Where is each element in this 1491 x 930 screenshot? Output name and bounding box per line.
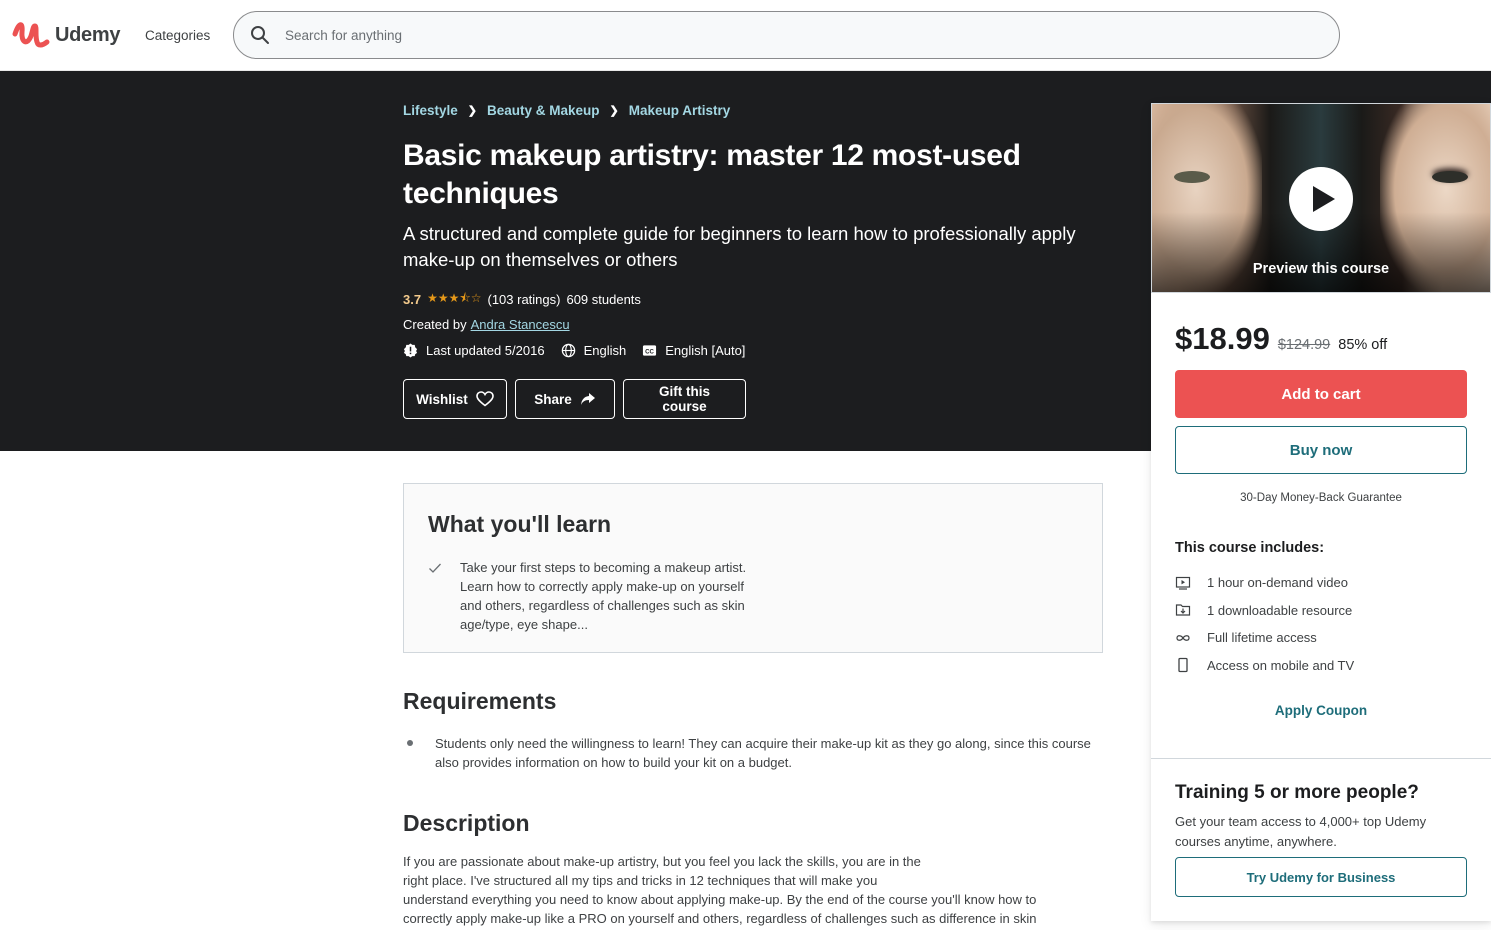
rating-value: 3.7 — [403, 292, 422, 307]
price-row: $18.99 $124.99 85% off — [1175, 321, 1387, 357]
learn-item: Take your first steps to becoming a make… — [428, 558, 760, 634]
includes-item: Access on mobile and TV — [1175, 652, 1354, 680]
includes-text: Full lifetime access — [1207, 630, 1317, 646]
bullet-icon — [407, 740, 413, 746]
includes-text: 1 hour on-demand video — [1207, 575, 1348, 591]
gift-course-button[interactable]: Gift this course — [623, 379, 746, 419]
search-icon[interactable] — [250, 25, 270, 45]
course-title: Basic makeup artistry: master 12 most-us… — [403, 139, 1021, 210]
ratings-count[interactable]: (103 ratings) — [487, 292, 560, 307]
globe-icon — [561, 343, 575, 358]
try-business-button[interactable]: Try Udemy for Business — [1175, 857, 1467, 897]
what-youll-learn-box: What you'll learn Take your first steps … — [403, 483, 1103, 653]
buy-now-button[interactable]: Buy now — [1175, 426, 1467, 474]
learn-item-text: Take your first steps to becoming a make… — [460, 560, 747, 632]
author-link[interactable]: Andra Stancescu — [471, 317, 570, 332]
course-meta: Last updated 5/2016 English CC English [… — [403, 343, 745, 358]
description-title: Description — [403, 810, 530, 836]
includes-item: 1 downloadable resource — [1175, 597, 1354, 625]
closed-captions-icon: CC — [643, 345, 657, 356]
last-updated-text: Last updated 5/2016 — [426, 343, 545, 358]
created-by-row: Created by Andra Stancescu — [403, 317, 570, 332]
play-icon — [1313, 186, 1335, 212]
captions: CC English [Auto] — [642, 343, 745, 358]
includes-item: 1 hour on-demand video — [1175, 569, 1354, 597]
sidebar-divider — [1151, 758, 1491, 759]
check-icon — [429, 563, 441, 573]
breadcrumb-beauty-makeup[interactable]: Beauty & Makeup — [487, 103, 600, 118]
business-title: Training 5 or more people? — [1175, 782, 1419, 803]
search-input[interactable] — [285, 27, 1185, 43]
add-to-cart-button[interactable]: Add to cart — [1175, 370, 1467, 418]
breadcrumb: Lifestyle ❯ Beauty & Makeup ❯ Makeup Art… — [403, 103, 730, 118]
share-label: Share — [534, 391, 572, 407]
download-file-icon — [1175, 604, 1191, 616]
course-preview-video[interactable]: Preview this course — [1151, 103, 1491, 293]
play-button[interactable] — [1289, 167, 1353, 231]
includes-text: 1 downloadable resource — [1207, 602, 1353, 618]
created-by-label: Created by — [403, 317, 467, 332]
preview-eye-left — [1174, 171, 1210, 183]
money-back-guarantee: 30-Day Money-Back Guarantee — [1240, 492, 1402, 504]
share-button[interactable]: Share — [515, 379, 615, 419]
original-price: $124.99 — [1277, 337, 1331, 353]
captions-text: English [Auto] — [665, 343, 746, 358]
heart-icon — [476, 391, 494, 407]
rating-row: 3.7 ★★★⯪☆ (103 ratings) 609 students — [403, 289, 641, 310]
requirement-item: Students only need the willingness to le… — [403, 734, 1105, 772]
purchase-sidebar: Preview this course $18.99 $124.99 85% o… — [1151, 103, 1491, 921]
search-bar[interactable] — [233, 11, 1340, 59]
wishlist-label: Wishlist — [416, 391, 468, 407]
gift-label: Gift this course — [659, 384, 710, 414]
share-arrow-icon — [580, 393, 595, 405]
hero-actions: Wishlist Share Gift this course — [403, 379, 746, 419]
infinity-icon — [1176, 634, 1190, 641]
star-rating-icon: ★★★⯪☆ — [427, 291, 482, 305]
chevron-right-icon: ❯ — [609, 105, 619, 117]
video-icon — [1175, 576, 1191, 590]
top-header: Udemy Categories — [0, 0, 1491, 71]
categories-menu[interactable]: Categories — [145, 28, 210, 43]
learn-title: What you'll learn — [428, 511, 612, 537]
breadcrumb-makeup-artistry[interactable]: Makeup Artistry — [629, 103, 731, 118]
preview-eye-right — [1432, 171, 1468, 183]
alert-badge-icon — [403, 343, 418, 358]
breadcrumb-lifestyle[interactable]: Lifestyle — [403, 103, 458, 118]
svg-text:CC: CC — [645, 348, 654, 355]
chevron-right-icon: ❯ — [467, 105, 477, 117]
description-line: right place. I've structured all my tips… — [403, 873, 878, 888]
preview-label: Preview this course — [1252, 261, 1390, 277]
wishlist-button[interactable]: Wishlist — [403, 379, 507, 419]
requirements-title: Requirements — [403, 688, 557, 714]
current-price: $18.99 — [1175, 321, 1270, 356]
description-line: understand everything you need to know a… — [403, 892, 1037, 907]
description-line: If you are passionate about make-up arti… — [403, 854, 921, 869]
language: English — [561, 343, 627, 358]
description-line: correctly apply make-up like a PRO on yo… — [403, 911, 1037, 926]
course-subtitle: A structured and complete guide for begi… — [403, 223, 1076, 270]
logo-text: Udemy — [55, 23, 121, 46]
udemy-logo-icon — [12, 22, 50, 48]
apply-coupon-link[interactable]: Apply Coupon — [1151, 703, 1491, 718]
includes-list: 1 hour on-demand video 1 downloadable re… — [1175, 569, 1354, 679]
students-count: 609 students — [566, 292, 641, 307]
requirement-text: Students only need the willingness to le… — [435, 736, 1091, 770]
includes-title: This course includes: — [1175, 540, 1325, 556]
last-updated: Last updated 5/2016 — [403, 343, 545, 358]
description-body: If you are passionate about make-up arti… — [403, 852, 1103, 928]
udemy-logo[interactable]: Udemy — [11, 18, 121, 52]
includes-text: Access on mobile and TV — [1207, 657, 1355, 673]
includes-item: Full lifetime access — [1175, 624, 1354, 652]
discount-percent: 85% off — [1338, 337, 1388, 353]
business-text: Get your team access to 4,000+ top Udemy… — [1175, 814, 1427, 849]
language-text: English — [583, 343, 627, 358]
mobile-icon — [1178, 658, 1188, 673]
